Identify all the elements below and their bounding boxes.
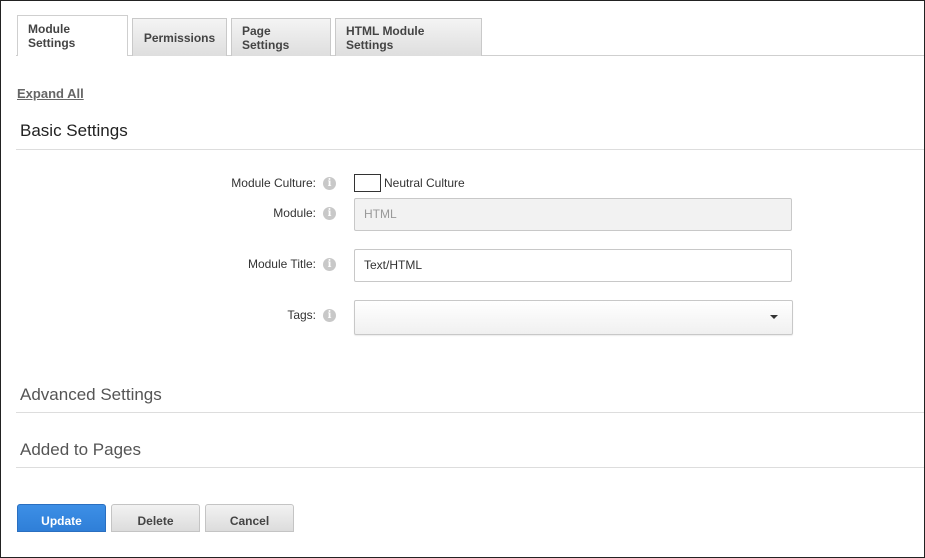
advanced-settings-heading[interactable]: Advanced Settings (20, 385, 162, 405)
info-icon[interactable]: i (323, 207, 336, 220)
section-divider (16, 467, 924, 468)
chevron-down-icon (770, 315, 778, 319)
tags-label: Tags: (287, 308, 316, 322)
info-icon[interactable]: i (323, 309, 336, 322)
tab-html-module-settings[interactable]: HTML Module Settings (335, 18, 482, 56)
info-icon[interactable]: i (323, 258, 336, 271)
section-divider (16, 412, 924, 413)
module-label: Module: (273, 206, 316, 220)
added-to-pages-heading[interactable]: Added to Pages (20, 440, 141, 460)
tags-select[interactable] (354, 300, 793, 335)
tab-permissions[interactable]: Permissions (132, 18, 227, 56)
neutral-culture-checkbox[interactable] (354, 174, 381, 192)
module-title-label: Module Title: (247, 257, 316, 271)
module-field: HTML (354, 198, 792, 231)
neutral-culture-label: Neutral Culture (384, 176, 465, 190)
update-button[interactable]: Update (17, 504, 106, 532)
tab-module-settings[interactable]: Module Settings (17, 15, 128, 56)
info-icon[interactable]: i (323, 177, 336, 190)
delete-button[interactable]: Delete (111, 504, 200, 532)
tab-page-settings[interactable]: Page Settings (231, 18, 331, 56)
tab-bar: Module Settings Permissions Page Setting… (17, 15, 486, 56)
basic-settings-heading[interactable]: Basic Settings (20, 121, 128, 141)
cancel-button[interactable]: Cancel (205, 504, 294, 532)
section-divider (16, 149, 924, 150)
expand-all-link[interactable]: Expand All (17, 86, 84, 101)
module-culture-label: Module Culture: (231, 176, 316, 190)
module-title-input[interactable]: Text/HTML (354, 249, 792, 282)
